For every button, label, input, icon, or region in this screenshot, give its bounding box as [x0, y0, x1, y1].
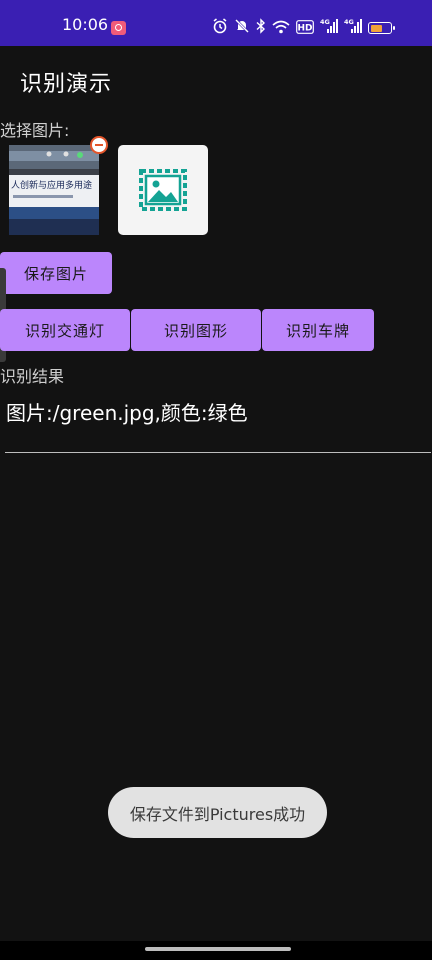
recognize-traffic-light-button[interactable]: 识别交通灯 [0, 309, 130, 351]
result-text[interactable]: 图片:/green.jpg,颜色:绿色 [6, 397, 248, 426]
save-image-button[interactable]: 保存图片 [0, 252, 112, 294]
gesture-handle[interactable] [145, 947, 291, 951]
app-title: 识别演示 [20, 72, 113, 97]
remove-icon[interactable] [90, 136, 108, 154]
status-bar: 10:06 HD 4G 4G [0, 0, 432, 46]
hd-label: HD [297, 23, 312, 33]
selected-photo-thumbnail[interactable]: 人创新与应用多用途 [9, 145, 99, 235]
result-underline [5, 452, 431, 453]
mute-icon [234, 18, 250, 38]
status-time: 10:06 [62, 15, 109, 34]
toast-message: 保存文件到Pictures成功 [108, 787, 327, 838]
hd-icon: HD [296, 19, 314, 38]
status-icons: HD 4G 4G [212, 18, 395, 38]
battery-level [370, 24, 382, 32]
photo-caption: 人创新与应用多用途 [11, 179, 92, 191]
result-label: 识别结果 [0, 367, 65, 386]
wifi-icon [272, 19, 290, 38]
net-label: 4G [320, 18, 330, 26]
battery-icon [368, 22, 395, 34]
signal-4g-icon: 4G [320, 18, 338, 38]
add-image-button[interactable] [118, 145, 208, 235]
image-placeholder-icon [139, 169, 187, 211]
alarm-icon [212, 18, 228, 38]
select-image-label: 选择图片: [0, 121, 70, 140]
signal-4g-icon: 4G [344, 18, 362, 38]
bluetooth-icon [256, 18, 266, 38]
recognize-plate-button[interactable]: 识别车牌 [262, 309, 374, 351]
recognize-button-row: 识别交通灯 识别图形 识别车牌 [0, 309, 374, 351]
recognize-shape-button[interactable]: 识别图形 [131, 309, 261, 351]
screen-record-icon [111, 21, 126, 35]
net-label: 4G [344, 18, 354, 26]
